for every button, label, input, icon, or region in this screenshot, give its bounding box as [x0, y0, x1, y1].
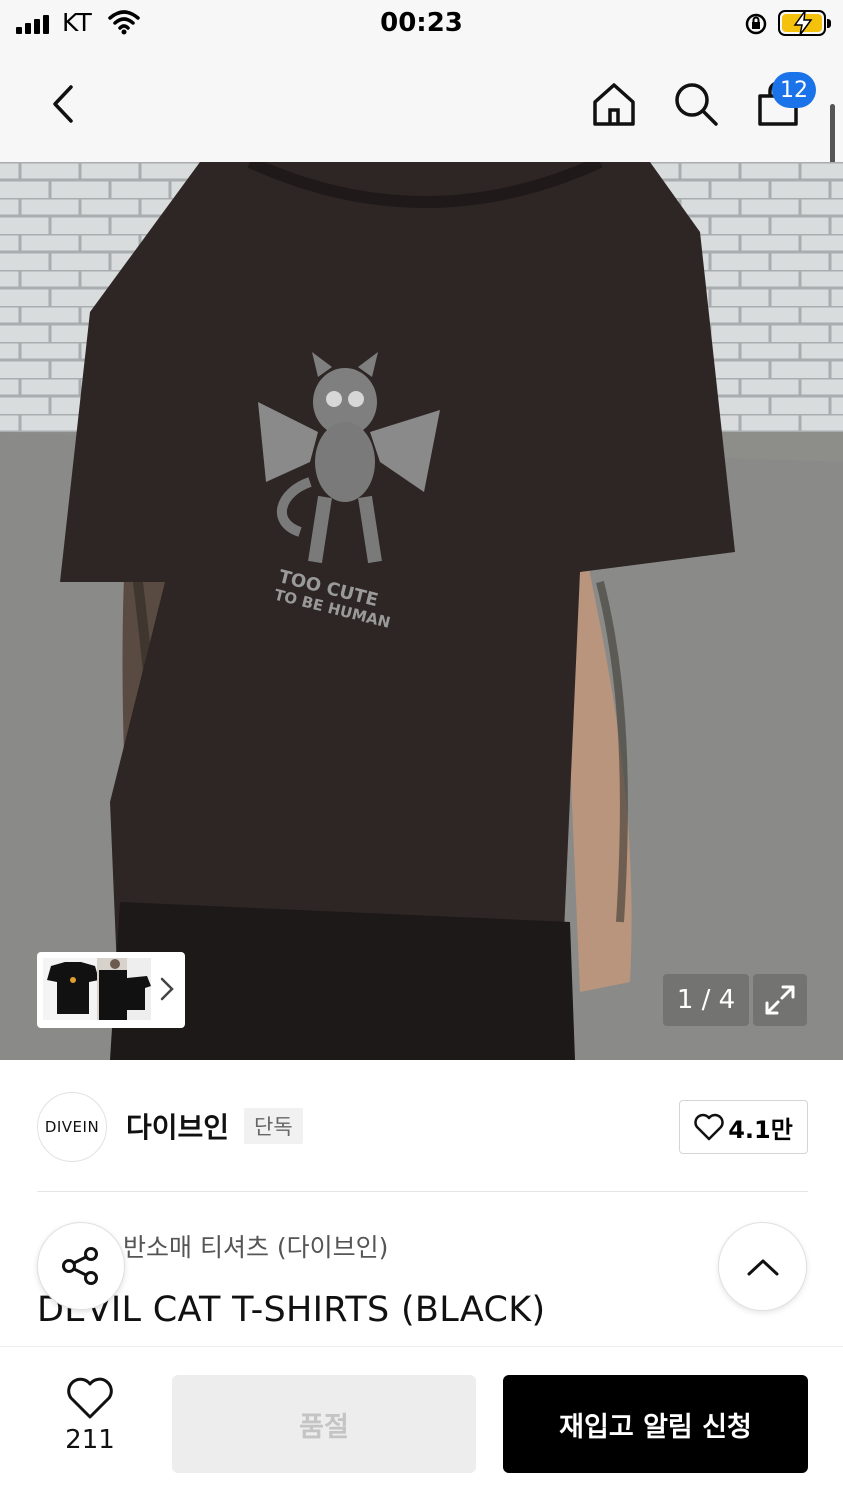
- clock: 00:23: [380, 8, 463, 38]
- thumbnail-strip[interactable]: [37, 952, 185, 1028]
- product-category-label: 반소매 티셔츠 (다이브인): [123, 1233, 389, 1262]
- wishlist-count: 211: [65, 1425, 115, 1455]
- scroll-to-top-button[interactable]: [718, 1222, 807, 1311]
- brand-like-button[interactable]: 4.1만: [679, 1100, 808, 1154]
- status-bar: KT 00:23: [0, 0, 843, 48]
- home-icon: [593, 83, 635, 126]
- image-counter: 1 / 4: [663, 974, 749, 1026]
- bottom-action-bar: 211 품절 재입고 알림 신청: [0, 1346, 843, 1500]
- share-icon: [62, 1247, 98, 1285]
- top-navigation: 12: [0, 48, 843, 184]
- sold-out-button: 품절: [172, 1375, 476, 1473]
- restock-alert-button[interactable]: 재입고 알림 신청: [503, 1375, 808, 1473]
- product-image-gallery[interactable]: TOO CUTE TO BE HUMAN 1 / 4: [0, 162, 843, 1060]
- thumbnail-1[interactable]: [43, 958, 103, 1020]
- divider: [37, 1191, 808, 1192]
- brand-like-count: 4.1만: [728, 1115, 793, 1144]
- wishlist-button[interactable]: 211: [40, 1377, 140, 1473]
- thumbnail-3[interactable]: [127, 958, 151, 1020]
- chevron-right-icon[interactable]: [159, 976, 175, 1002]
- brand-logo[interactable]: DIVEIN: [37, 1092, 107, 1162]
- chevron-left-icon: [53, 85, 73, 123]
- exclusive-badge: 단독: [244, 1108, 303, 1144]
- share-button[interactable]: [37, 1222, 125, 1310]
- expand-button[interactable]: [753, 974, 807, 1026]
- product-title: DEVIL CAT T-SHIRTS (BLACK): [37, 1290, 546, 1330]
- expand-icon: [765, 985, 795, 1015]
- chevron-up-icon: [747, 1259, 778, 1275]
- brand-row: DIVEIN 다이브인 단독 4.1만: [0, 1060, 843, 1192]
- back-button[interactable]: [36, 76, 92, 132]
- heart-icon: [694, 1113, 724, 1141]
- product-photo: [0, 162, 843, 1060]
- rotation-lock-icon: [745, 13, 767, 35]
- heart-icon: [67, 1377, 113, 1419]
- search-icon: [675, 83, 718, 126]
- battery-icon: [778, 10, 831, 36]
- search-button[interactable]: [668, 74, 724, 134]
- cart-count-badge: 12: [772, 72, 816, 108]
- home-button[interactable]: [586, 74, 642, 134]
- brand-name[interactable]: 다이브인: [126, 1106, 229, 1146]
